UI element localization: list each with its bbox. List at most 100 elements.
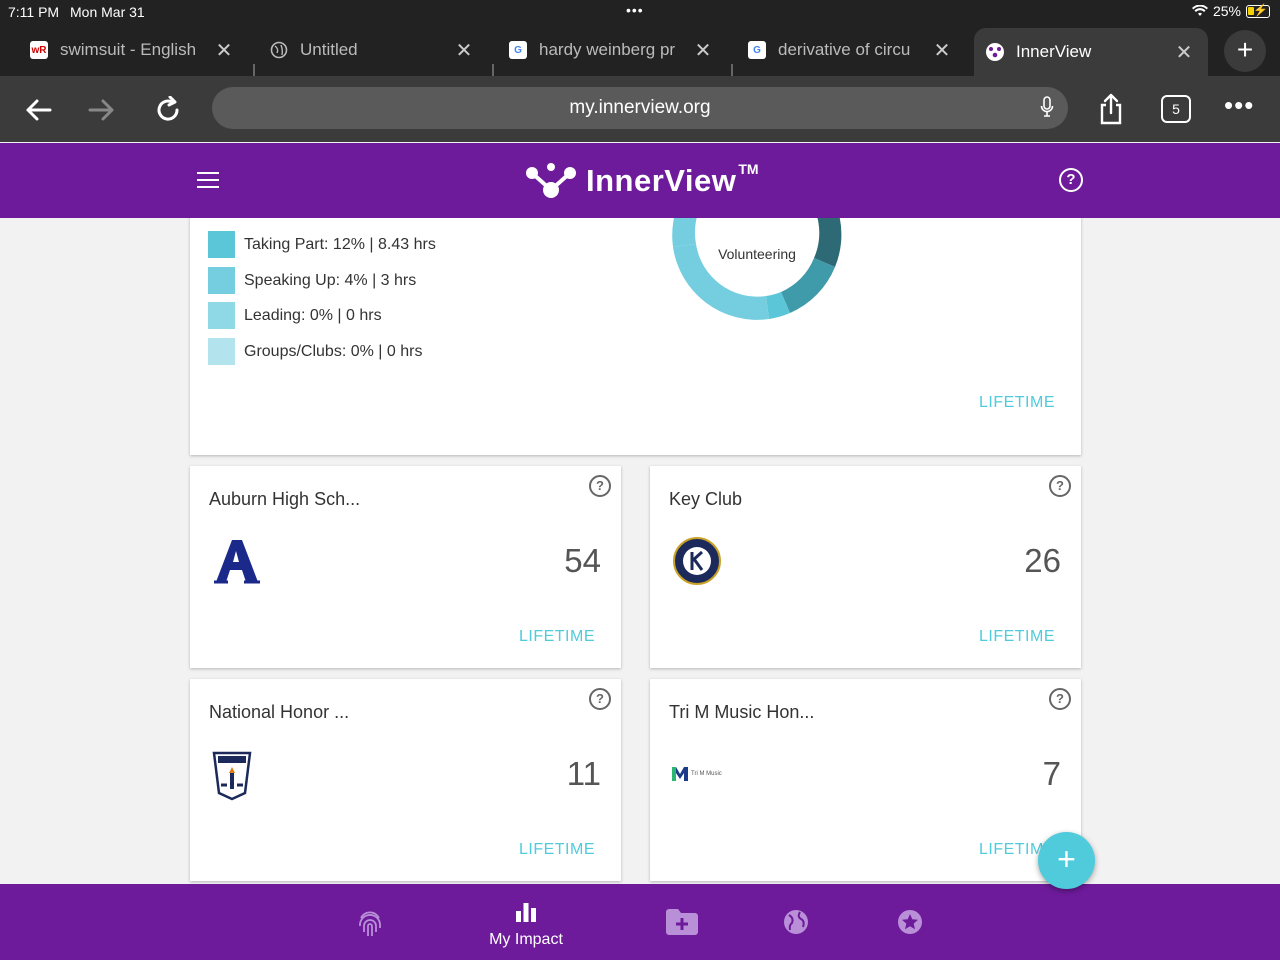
brand-name: InnerView	[586, 163, 737, 198]
org-title: Auburn High Sch...	[209, 489, 361, 509]
wordreference-icon: wR	[30, 41, 48, 59]
impact-summary-card: Taking Part: 12% | 8.43 hrs Speaking Up:…	[190, 218, 1081, 455]
tab-label: swimsuit - English	[60, 40, 197, 59]
org-card-national-honor[interactable]: National Honor ... ? 11 LIFETIME	[190, 679, 621, 881]
legend-swatch	[208, 267, 235, 294]
impact-donut-chart[interactable]	[662, 218, 852, 331]
globe-icon	[784, 910, 808, 934]
trademark: TM	[738, 161, 759, 177]
tab-label: derivative of circu	[778, 40, 911, 59]
browser-tab-2[interactable]: Untitled ✕	[258, 28, 488, 72]
brand-logo: InnerView TM	[524, 161, 759, 201]
legend-label: Leading: 0% | 0 hrs	[244, 306, 382, 324]
org-card-key-club[interactable]: Key Club ? 26 LIFETIME	[650, 466, 1081, 668]
status-right: 25% ⚡	[1191, 3, 1270, 19]
google-icon: G	[509, 41, 527, 59]
close-tab-icon[interactable]: ✕	[691, 38, 715, 63]
more-menu-icon[interactable]: •••	[1224, 90, 1254, 121]
url-text: my.innerview.org	[569, 97, 711, 118]
lifetime-toggle[interactable]: LIFETIME	[979, 628, 1055, 646]
lifetime-toggle[interactable]: LIFETIME	[519, 628, 595, 646]
bottom-navigation: My Impact	[0, 884, 1280, 960]
close-tab-icon[interactable]: ✕	[212, 38, 236, 63]
forward-button[interactable]	[82, 90, 122, 130]
key-club-logo	[673, 537, 721, 585]
browser-tab-5-active[interactable]: InnerView ✕	[974, 28, 1208, 76]
tab-switcher-button[interactable]: 5	[1161, 95, 1191, 123]
share-icon	[1100, 93, 1122, 125]
browser-tab-1[interactable]: wR swimsuit - English ✕	[18, 28, 248, 72]
tri-m-logo: Tri M Music	[672, 767, 722, 781]
nav-add-folder[interactable]	[660, 884, 704, 960]
ios-status-bar: 7:11 PM Mon Mar 31 ••• 25% ⚡	[0, 0, 1280, 24]
lifetime-toggle[interactable]: LIFETIME	[979, 394, 1055, 412]
org-card-auburn[interactable]: Auburn High Sch... ? 54 LIFETIME	[190, 466, 621, 668]
google-icon: G	[748, 41, 766, 59]
add-folder-icon	[666, 909, 698, 935]
browser-toolbar: my.innerview.org 5 •••	[0, 76, 1280, 142]
star-badge-icon	[898, 910, 922, 934]
share-button[interactable]	[1091, 90, 1131, 130]
nav-label: My Impact	[489, 931, 563, 948]
nav-my-impact-active[interactable]: My Impact	[476, 884, 576, 960]
microphone-icon[interactable]	[1040, 96, 1054, 118]
org-count: 54	[564, 542, 601, 579]
reload-button[interactable]	[148, 90, 188, 130]
innerview-icon	[986, 43, 1004, 61]
forward-arrow-icon	[88, 99, 114, 121]
innerview-logo-icon	[526, 163, 576, 198]
close-tab-icon[interactable]: ✕	[452, 38, 476, 63]
legend-swatch	[208, 302, 235, 329]
help-icon[interactable]: ?	[1049, 688, 1071, 710]
legend-item-taking-part: Taking Part: 12% | 8.43 hrs	[208, 231, 436, 258]
legend-item-groups-clubs: Groups/Clubs: 0% | 0 hrs	[208, 338, 422, 365]
address-bar[interactable]: my.innerview.org	[212, 87, 1068, 129]
add-fab-button[interactable]: +	[1038, 832, 1095, 889]
donut-segment-taking-part[interactable]	[781, 258, 835, 313]
legend-item-speaking-up: Speaking Up: 4% | 3 hrs	[208, 267, 416, 294]
org-card-tri-m[interactable]: Tri M Music Hon... ? Tri M Music 7 LIFET…	[650, 679, 1081, 881]
org-count: 7	[1042, 755, 1061, 792]
globe-icon	[270, 41, 288, 59]
help-icon[interactable]: ?	[589, 688, 611, 710]
help-icon[interactable]: ?	[589, 475, 611, 497]
status-date: Mon Mar 31	[70, 4, 145, 20]
lifetime-toggle[interactable]: LIFETIME	[519, 841, 595, 859]
tab-label: hardy weinberg pr	[539, 40, 676, 59]
bar-chart-icon	[516, 903, 536, 922]
battery-icon: ⚡	[1246, 3, 1270, 18]
tab-label: InnerView	[1016, 42, 1092, 61]
legend-label: Speaking Up: 4% | 3 hrs	[244, 271, 417, 289]
hamburger-menu-icon[interactable]	[197, 172, 219, 188]
browser-tab-strip: wR swimsuit - English ✕ Untitled ✕ G har…	[0, 24, 1280, 84]
donut-segment-remaining[interactable]	[672, 218, 817, 247]
new-tab-button[interactable]: +	[1224, 30, 1266, 72]
nav-star[interactable]	[888, 884, 932, 960]
org-title: National Honor ...	[209, 702, 350, 722]
org-title: Tri M Music Hon...	[669, 702, 815, 722]
close-tab-icon[interactable]: ✕	[930, 38, 954, 63]
legend-item-leading: Leading: 0% | 0 hrs	[208, 302, 382, 329]
legend-swatch	[208, 231, 235, 258]
main-content: Taking Part: 12% | 8.43 hrs Speaking Up:…	[0, 218, 1280, 884]
org-count: 26	[1024, 542, 1061, 579]
donut-segment-volunteering[interactable]	[802, 218, 842, 267]
browser-tab-3[interactable]: G hardy weinberg pr ✕	[497, 28, 727, 72]
help-icon[interactable]: ?	[1059, 168, 1083, 192]
multitask-dots[interactable]: •••	[626, 2, 644, 18]
help-icon[interactable]: ?	[1049, 475, 1071, 497]
org-title: Key Club	[669, 489, 743, 509]
back-arrow-icon	[26, 99, 52, 121]
donut-center-label: Volunteering	[718, 246, 796, 262]
tab-label: Untitled	[300, 40, 358, 59]
close-tab-icon[interactable]: ✕	[1172, 40, 1196, 65]
status-time: 7:11 PM	[8, 4, 60, 20]
nav-fingerprint[interactable]	[345, 884, 395, 960]
nav-globe[interactable]	[774, 884, 818, 960]
browser-tab-4[interactable]: G derivative of circu ✕	[736, 28, 966, 72]
auburn-a-logo	[214, 539, 260, 584]
tri-m-mark-icon	[672, 767, 688, 781]
back-button[interactable]	[18, 90, 58, 130]
org-count: 11	[566, 755, 601, 792]
wifi-icon	[1191, 5, 1208, 16]
